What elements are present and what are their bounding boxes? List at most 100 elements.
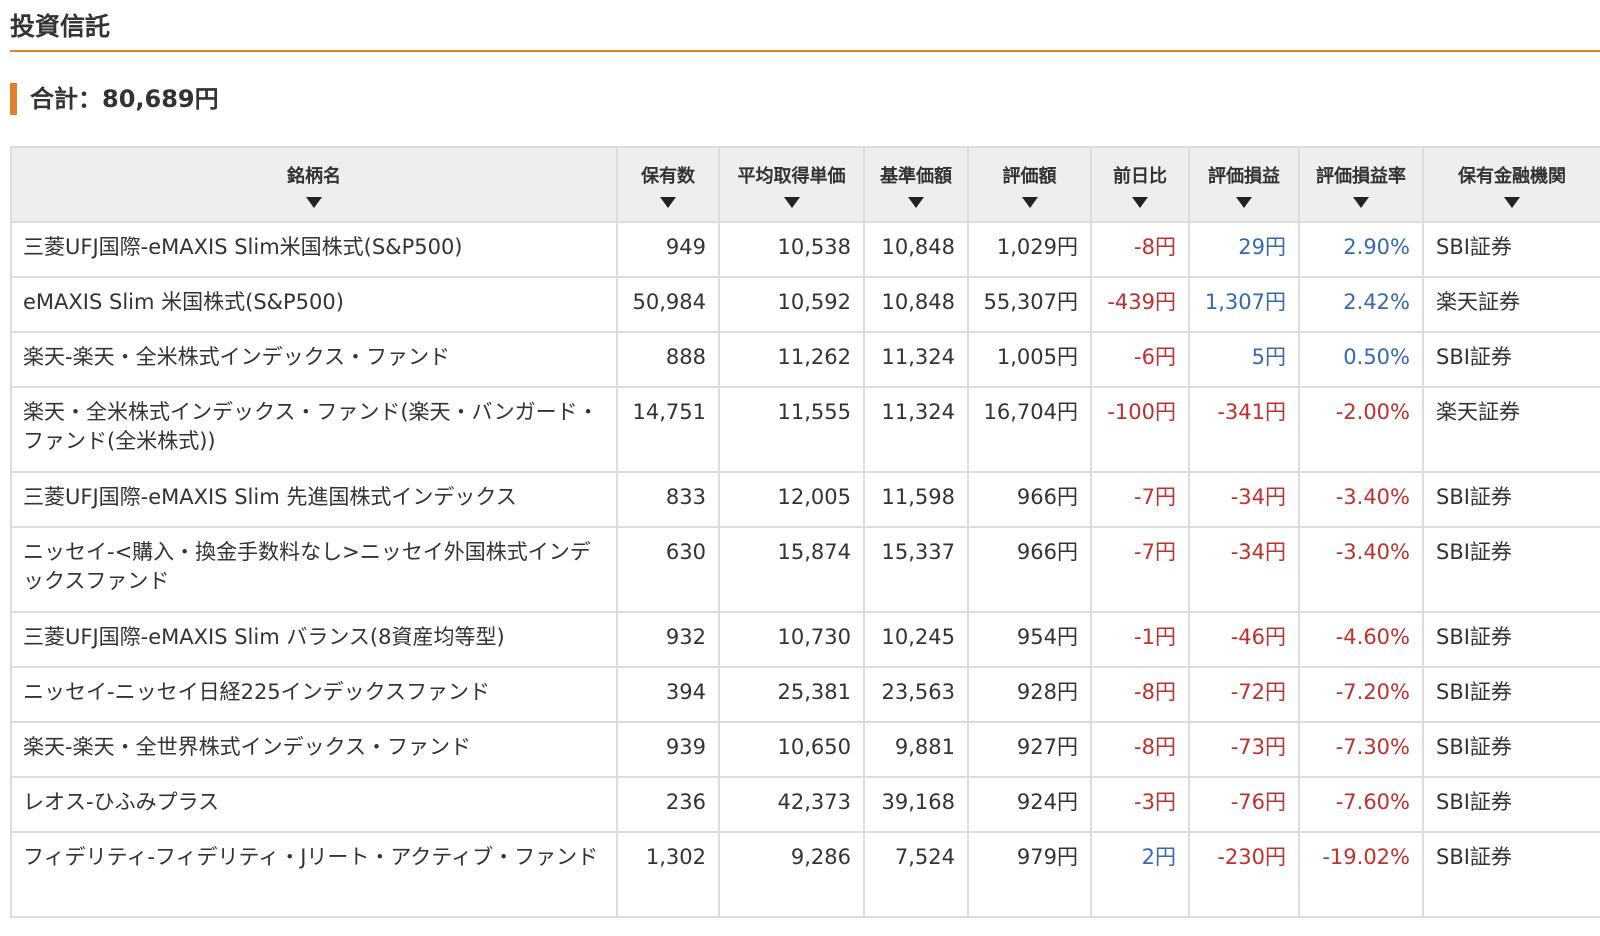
value-cell: 924円 xyxy=(967,776,1092,833)
profit-loss-cell: 5円 xyxy=(1188,331,1300,388)
column-header-name[interactable]: 銘柄名 xyxy=(10,146,618,223)
fund-name-cell: ニッセイ-ニッセイ日経225インデックスファンド xyxy=(10,666,618,723)
value-cell: 927円 xyxy=(967,721,1092,778)
avg-cost-cell: 25,381 xyxy=(718,666,865,723)
fund-name-cell: 三菱UFJ国際-eMAXIS Slim米国株式(S&P500) xyxy=(10,221,618,278)
profit-loss-cell: -76円 xyxy=(1188,776,1300,833)
value-cell: 16,704円 xyxy=(967,386,1092,473)
institution-cell: SBI証券 xyxy=(1422,776,1600,833)
institution-cell: SBI証券 xyxy=(1422,721,1600,778)
avg-cost-cell: 10,650 xyxy=(718,721,865,778)
section-title: 投資信託 xyxy=(10,8,1600,52)
fund-name-cell: フィデリティ-フィデリティ・Jリート・アクティブ・ファンド xyxy=(10,831,618,918)
quantity-cell: 50,984 xyxy=(616,276,720,333)
avg-cost-cell: 9,286 xyxy=(718,831,865,918)
column-header-label: 評価損益率 xyxy=(1316,166,1406,187)
fund-name-cell: ニッセイ-<購入・換金手数料なし>ニッセイ外国株式インデックスファンド xyxy=(10,526,618,613)
institution-cell: 楽天証券 xyxy=(1422,386,1600,473)
institution-cell: SBI証券 xyxy=(1422,526,1600,613)
column-header-value[interactable]: 評価額 xyxy=(967,146,1092,223)
avg-cost-cell: 42,373 xyxy=(718,776,865,833)
day-change-cell: -8円 xyxy=(1090,666,1190,723)
profit-loss-rate-cell: 0.50% xyxy=(1298,331,1424,388)
day-change-cell: -8円 xyxy=(1090,721,1190,778)
sort-down-icon[interactable] xyxy=(1504,197,1520,208)
sort-down-icon[interactable] xyxy=(660,197,676,208)
sort-down-icon[interactable] xyxy=(306,197,322,208)
institution-cell: SBI証券 xyxy=(1422,221,1600,278)
avg-cost-cell: 15,874 xyxy=(718,526,865,613)
sort-down-icon[interactable] xyxy=(1353,197,1369,208)
sort-down-icon[interactable] xyxy=(1021,197,1038,208)
table-header-row: 銘柄名 保有数 平均取得単価 基準価額 評価額 前日比 評価損益 評価損益率 保… xyxy=(10,146,1600,223)
avg-cost-cell: 11,262 xyxy=(718,331,865,388)
sort-down-icon[interactable] xyxy=(908,197,924,208)
value-cell: 966円 xyxy=(967,471,1092,528)
table-row: 楽天-楽天・全世界株式インデックス・ファンド 939 10,650 9,881 927円… xyxy=(10,721,1600,778)
column-header-avg-cost[interactable]: 平均取得単価 xyxy=(718,146,865,223)
column-header-label: 保有数 xyxy=(641,166,695,187)
day-change-cell: -7円 xyxy=(1090,471,1190,528)
profit-loss-rate-cell: 2.42% xyxy=(1298,276,1424,333)
institution-cell: SBI証券 xyxy=(1422,471,1600,528)
nav-cell: 11,598 xyxy=(863,471,969,528)
avg-cost-cell: 10,592 xyxy=(718,276,865,333)
value-cell: 966円 xyxy=(967,526,1092,613)
fund-name-cell: 三菱UFJ国際-eMAXIS Slim バランス(8資産均等型) xyxy=(10,611,618,668)
column-header-nav[interactable]: 基準価額 xyxy=(863,146,969,223)
column-header-profit-loss-rate[interactable]: 評価損益率 xyxy=(1298,146,1424,223)
column-header-day-change[interactable]: 前日比 xyxy=(1090,146,1190,223)
table-body: 三菱UFJ国際-eMAXIS Slim米国株式(S&P500) 949 10,538… xyxy=(10,221,1600,918)
quantity-cell: 630 xyxy=(616,526,720,613)
sort-down-icon[interactable] xyxy=(783,197,800,208)
column-header-profit-loss[interactable]: 評価損益 xyxy=(1188,146,1300,223)
fund-name-cell: レオス-ひふみプラス xyxy=(10,776,618,833)
fund-name-cell: 楽天-楽天・全世界株式インデックス・ファンド xyxy=(10,721,618,778)
table-row: 楽天-楽天・全米株式インデックス・ファンド 888 11,262 11,324 1,00… xyxy=(10,331,1600,388)
nav-cell: 11,324 xyxy=(863,386,969,473)
column-header-institution[interactable]: 保有金融機関 xyxy=(1422,146,1600,223)
institution-cell: SBI証券 xyxy=(1422,831,1600,918)
sort-down-icon[interactable] xyxy=(1132,197,1148,208)
fund-name-cell: eMAXIS Slim 米国株式(S&P500) xyxy=(10,276,618,333)
nav-cell: 7,524 xyxy=(863,831,969,918)
quantity-cell: 939 xyxy=(616,721,720,778)
column-header-label: 平均取得単価 xyxy=(737,166,846,187)
profit-loss-rate-cell: -4.60% xyxy=(1298,611,1424,668)
day-change-cell: -6円 xyxy=(1090,331,1190,388)
profit-loss-rate-cell: -19.02% xyxy=(1298,831,1424,918)
nav-cell: 10,245 xyxy=(863,611,969,668)
avg-cost-cell: 12,005 xyxy=(718,471,865,528)
profit-loss-rate-cell: -3.40% xyxy=(1298,471,1424,528)
fund-holdings-table: 銘柄名 保有数 平均取得単価 基準価額 評価額 前日比 評価損益 評価損益率 保… xyxy=(10,146,1600,918)
column-header-quantity[interactable]: 保有数 xyxy=(616,146,720,223)
portfolio-total: 合計：80,689円 xyxy=(10,83,219,115)
quantity-cell: 394 xyxy=(616,666,720,723)
day-change-cell: -1円 xyxy=(1090,611,1190,668)
table-row: ニッセイ-<購入・換金手数料なし>ニッセイ外国株式インデックスファンド 630 15… xyxy=(10,526,1600,613)
nav-cell: 15,337 xyxy=(863,526,969,613)
institution-cell: SBI証券 xyxy=(1422,666,1600,723)
avg-cost-cell: 10,730 xyxy=(718,611,865,668)
sort-down-icon[interactable] xyxy=(1236,197,1252,208)
quantity-cell: 1,302 xyxy=(616,831,720,918)
profit-loss-cell: 1,307円 xyxy=(1188,276,1300,333)
profit-loss-rate-cell: 2.90% xyxy=(1298,221,1424,278)
nav-cell: 11,324 xyxy=(863,331,969,388)
fund-name-cell: 三菱UFJ国際-eMAXIS Slim 先進国株式インデックス xyxy=(10,471,618,528)
profit-loss-rate-cell: -3.40% xyxy=(1298,526,1424,613)
institution-cell: SBI証券 xyxy=(1422,611,1600,668)
avg-cost-cell: 10,538 xyxy=(718,221,865,278)
table-row: eMAXIS Slim 米国株式(S&P500) 50,984 10,592 10,8… xyxy=(10,276,1600,333)
table-row: 三菱UFJ国際-eMAXIS Slim 先進国株式インデックス 833 12,005… xyxy=(10,471,1600,528)
column-header-label: 保有金融機関 xyxy=(1458,166,1566,187)
table-row: フィデリティ-フィデリティ・Jリート・アクティブ・ファンド 1,302 9,286 7… xyxy=(10,831,1600,918)
table-row: レオス-ひふみプラス 236 42,373 39,168 924円 -3円 -76円 -7.6… xyxy=(10,776,1600,833)
profit-loss-cell: -72円 xyxy=(1188,666,1300,723)
avg-cost-cell: 11,555 xyxy=(718,386,865,473)
profit-loss-cell: 29円 xyxy=(1188,221,1300,278)
quantity-cell: 14,751 xyxy=(616,386,720,473)
day-change-cell: -439円 xyxy=(1090,276,1190,333)
day-change-cell: -7円 xyxy=(1090,526,1190,613)
profit-loss-cell: -73円 xyxy=(1188,721,1300,778)
